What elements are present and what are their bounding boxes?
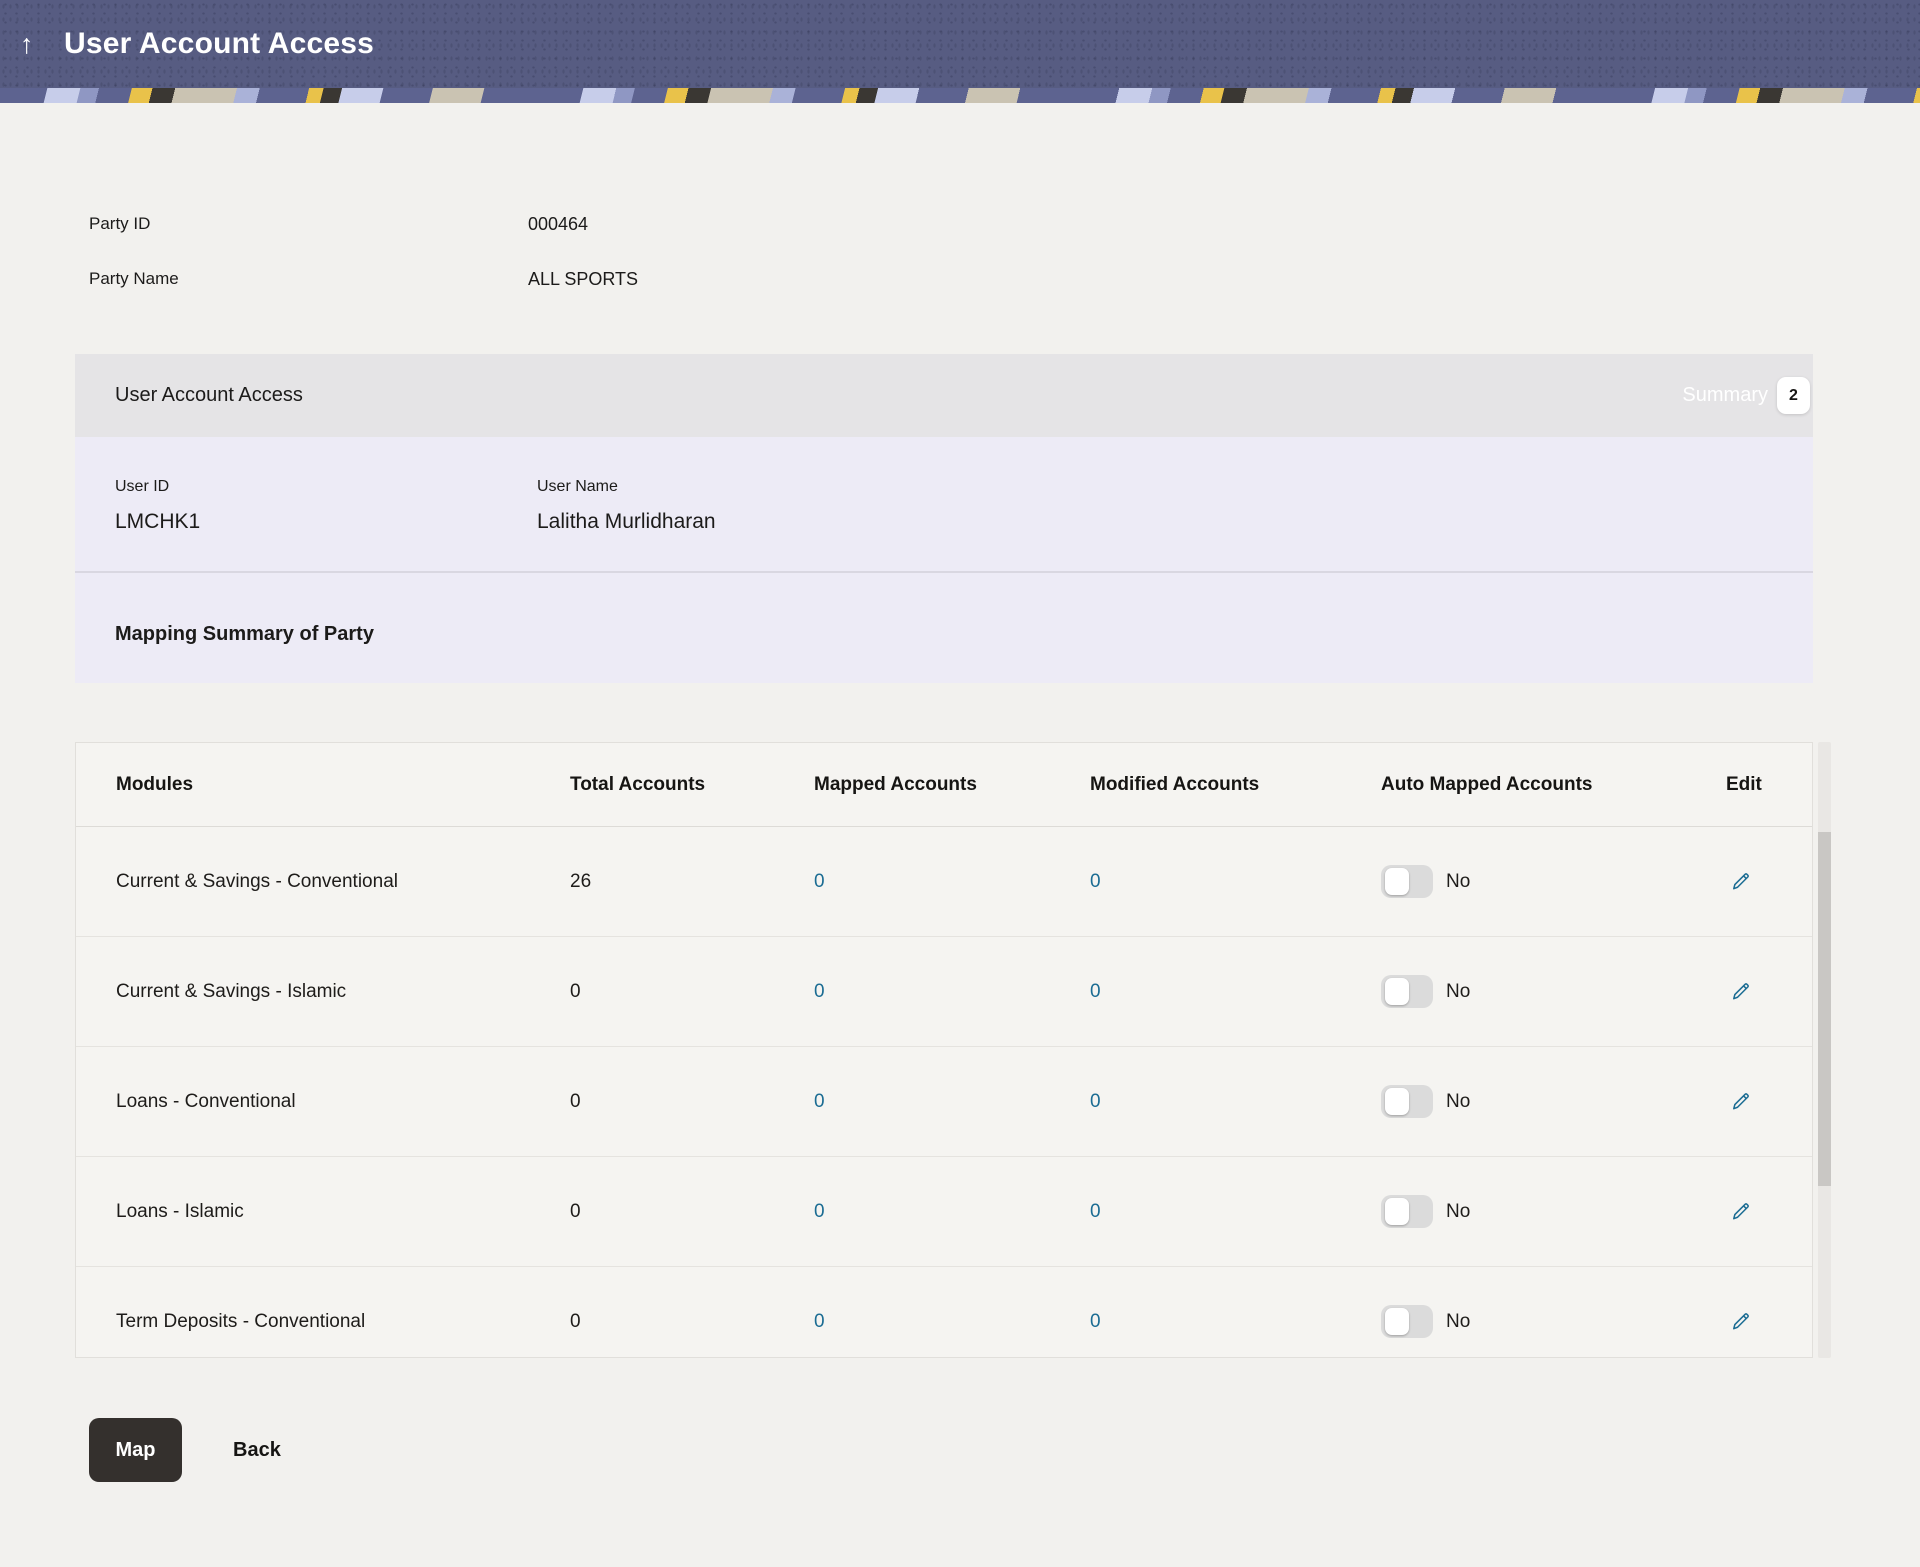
app-header: ↑ User Account Access xyxy=(0,0,1920,88)
toggle-knob xyxy=(1385,978,1409,1005)
auto-mapped-label: No xyxy=(1446,1311,1470,1333)
edit-pencil-icon[interactable] xyxy=(1729,1200,1752,1223)
auto-mapped-cell: No xyxy=(1381,1195,1726,1228)
panel-header[interactable]: User Account Access Summary 2 xyxy=(75,354,1813,437)
summary-label: Summary xyxy=(1682,384,1768,407)
party-id-label: Party ID xyxy=(89,214,528,235)
user-id-value: LMCHK1 xyxy=(115,510,537,534)
column-header-total-accounts: Total Accounts xyxy=(570,774,814,796)
user-summary-row: User ID LMCHK1 User Name Lalitha Murlidh… xyxy=(75,437,1813,571)
user-account-access-panel: User Account Access Summary 2 User ID LM… xyxy=(75,354,1813,683)
edit-pencil-icon[interactable] xyxy=(1729,980,1752,1003)
summary-group: Summary 2 xyxy=(1682,377,1810,414)
table-scrollbar-track[interactable] xyxy=(1818,742,1831,1358)
modified-accounts-link[interactable]: 0 xyxy=(1090,1201,1381,1223)
modified-accounts-link[interactable]: 0 xyxy=(1090,1091,1381,1113)
toggle-knob xyxy=(1385,1308,1409,1335)
panel-body: User ID LMCHK1 User Name Lalitha Murlidh… xyxy=(75,437,1813,683)
mapped-accounts-link[interactable]: 0 xyxy=(814,1201,1090,1223)
edit-cell xyxy=(1726,870,1798,893)
auto-mapped-label: No xyxy=(1446,1201,1470,1223)
total-accounts-value: 26 xyxy=(570,871,814,893)
auto-mapped-cell: No xyxy=(1381,1305,1726,1338)
table-row: Current & Savings - Islamic 0 0 0 No xyxy=(76,937,1812,1047)
module-name: Loans - Islamic xyxy=(116,1201,570,1223)
table-row: Loans - Conventional 0 0 0 No xyxy=(76,1047,1812,1157)
summary-count-badge: 2 xyxy=(1777,377,1810,414)
auto-mapped-toggle[interactable] xyxy=(1381,1195,1433,1228)
column-header-modified-accounts: Modified Accounts xyxy=(1090,774,1381,796)
auto-mapped-cell: No xyxy=(1381,975,1726,1008)
edit-pencil-icon[interactable] xyxy=(1729,870,1752,893)
mapped-accounts-link[interactable]: 0 xyxy=(814,871,1090,893)
column-header-modules: Modules xyxy=(116,774,570,796)
auto-mapped-cell: No xyxy=(1381,1085,1726,1118)
edit-pencil-icon[interactable] xyxy=(1729,1090,1752,1113)
auto-mapped-label: No xyxy=(1446,1091,1470,1113)
edit-cell xyxy=(1726,980,1798,1003)
auto-mapped-toggle[interactable] xyxy=(1381,1305,1433,1338)
edit-cell xyxy=(1726,1200,1798,1223)
party-name-label: Party Name xyxy=(89,269,528,290)
modified-accounts-link[interactable]: 0 xyxy=(1090,981,1381,1003)
user-id-field: User ID LMCHK1 xyxy=(115,478,537,534)
total-accounts-value: 0 xyxy=(570,1311,814,1333)
up-arrow-icon[interactable]: ↑ xyxy=(20,29,64,60)
party-id-row: Party ID 000464 xyxy=(89,214,638,235)
footer-actions: Map Back xyxy=(89,1418,281,1482)
mapped-accounts-link[interactable]: 0 xyxy=(814,1311,1090,1333)
mapping-summary-title: Mapping Summary of Party xyxy=(75,573,1813,683)
user-name-value: Lalitha Murlidharan xyxy=(537,510,1773,534)
decorative-banner xyxy=(0,88,1920,103)
back-button[interactable]: Back xyxy=(233,1439,281,1462)
party-info: Party ID 000464 Party Name ALL SPORTS xyxy=(89,214,638,324)
edit-cell xyxy=(1726,1310,1798,1333)
module-name: Loans - Conventional xyxy=(116,1091,570,1113)
edit-cell xyxy=(1726,1090,1798,1113)
column-header-auto-mapped-accounts: Auto Mapped Accounts xyxy=(1381,774,1726,796)
total-accounts-value: 0 xyxy=(570,981,814,1003)
toggle-knob xyxy=(1385,1198,1409,1225)
total-accounts-value: 0 xyxy=(570,1201,814,1223)
user-name-label: User Name xyxy=(537,478,1773,496)
toggle-knob xyxy=(1385,868,1409,895)
edit-pencil-icon[interactable] xyxy=(1729,1310,1752,1333)
table-row: Loans - Islamic 0 0 0 No xyxy=(76,1157,1812,1267)
panel-title: User Account Access xyxy=(115,384,303,407)
party-id-value: 000464 xyxy=(528,214,588,235)
table-header-row: Modules Total Accounts Mapped Accounts M… xyxy=(76,743,1812,827)
user-id-label: User ID xyxy=(115,478,537,496)
auto-mapped-toggle[interactable] xyxy=(1381,975,1433,1008)
table-row: Term Deposits - Conventional 0 0 0 No xyxy=(76,1267,1812,1358)
page-title: User Account Access xyxy=(64,27,374,61)
mapped-accounts-link[interactable]: 0 xyxy=(814,981,1090,1003)
table-scrollbar-thumb[interactable] xyxy=(1818,832,1831,1186)
module-name: Current & Savings - Conventional xyxy=(116,871,570,893)
auto-mapped-label: No xyxy=(1446,981,1470,1003)
modules-table: Modules Total Accounts Mapped Accounts M… xyxy=(75,742,1813,1358)
auto-mapped-toggle[interactable] xyxy=(1381,865,1433,898)
auto-mapped-toggle[interactable] xyxy=(1381,1085,1433,1118)
auto-mapped-label: No xyxy=(1446,871,1470,893)
map-button[interactable]: Map xyxy=(89,1418,182,1482)
toggle-knob xyxy=(1385,1088,1409,1115)
party-name-row: Party Name ALL SPORTS xyxy=(89,269,638,290)
module-name: Current & Savings - Islamic xyxy=(116,981,570,1003)
user-name-field: User Name Lalitha Murlidharan xyxy=(537,478,1773,534)
page: ↑ User Account Access Party ID 000464 Pa… xyxy=(0,0,1920,1567)
party-name-value: ALL SPORTS xyxy=(528,269,638,290)
column-header-mapped-accounts: Mapped Accounts xyxy=(814,774,1090,796)
mapped-accounts-link[interactable]: 0 xyxy=(814,1091,1090,1113)
table-row: Current & Savings - Conventional 26 0 0 … xyxy=(76,827,1812,937)
modified-accounts-link[interactable]: 0 xyxy=(1090,1311,1381,1333)
module-name: Term Deposits - Conventional xyxy=(116,1311,570,1333)
column-header-edit: Edit xyxy=(1726,774,1798,796)
total-accounts-value: 0 xyxy=(570,1091,814,1113)
modified-accounts-link[interactable]: 0 xyxy=(1090,871,1381,893)
auto-mapped-cell: No xyxy=(1381,865,1726,898)
